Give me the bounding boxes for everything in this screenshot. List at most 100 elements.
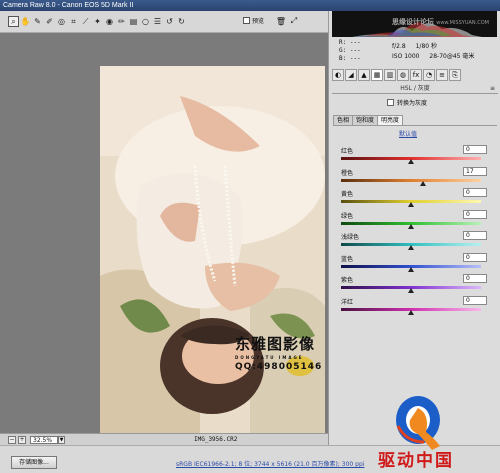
graduated-filter-icon[interactable]: ▤ [128,16,139,27]
panel-menu-icon[interactable]: ≡ [490,84,495,93]
slider-row: 绿色 0 [341,209,487,231]
slider-thumb[interactable] [408,288,414,293]
iso: ISO 1000 [392,53,420,60]
default-link[interactable]: 默认值 [399,129,417,138]
convert-grayscale-checkbox[interactable]: 转换为灰度 [387,98,427,107]
rotate-ccw-icon[interactable]: ↺ [164,16,175,27]
histogram: 思缘设计论坛 www.MISSYUAN.COM [332,11,497,37]
section-title-text: HSL / 灰度 [400,85,430,92]
rgb-readout: R: --- G: --- B: --- [339,39,361,63]
preferences-icon[interactable]: ☰ [152,16,163,27]
hsl-subtabs: 色相 饱和度 明亮度 [333,115,404,125]
trash-icon[interactable]: 🗑 [276,16,286,26]
slider-label: 紫色 [341,277,354,284]
white-balance-icon[interactable]: ✎ [32,16,43,27]
slider-thumb[interactable] [408,202,414,207]
tab-effects-icon[interactable]: fx [410,69,422,81]
exif-info: f/2.8 1/80 秒 ISO 1000 28-70@45 毫米 [392,42,474,62]
slider-label: 红色 [341,148,354,155]
histogram-watermark: 思缘设计论坛 www.MISSYUAN.COM [392,17,489,27]
zoom-in-button[interactable]: + [18,436,26,444]
slider-value-field[interactable]: 0 [463,252,487,262]
lens: 28-70@45 毫米 [429,53,475,60]
convert-grayscale-label: 转换为灰度 [397,100,428,107]
slider-thumb[interactable] [408,309,414,315]
watermark-qq: QQ:498005146 [235,362,323,372]
slider-value-field[interactable]: 0 [463,145,487,154]
slider-row: 黄色 0 [341,188,487,209]
slider-value-field[interactable]: 17 [463,166,487,176]
tab-split-toning-icon[interactable]: ▥ [384,69,396,81]
slider-track[interactable] [341,178,481,182]
adjustment-brush-icon[interactable]: ✏ [116,16,127,27]
slider-label: 绿色 [341,212,354,220]
tab-camera-calibration-icon[interactable]: ◔ [423,69,435,81]
checkbox-box[interactable] [387,99,394,106]
toolbar: ⌕ ✋ ✎ ✐ ◎ ⌗ ⟋ ✦ ◉ ✏ ▤ ○ ☰ ↺ ↻ 预览 🗑 ⤢ [0,11,328,33]
spot-removal-icon[interactable]: ✦ [92,16,103,27]
slider-label: 浅绿色 [341,234,360,241]
straighten-icon[interactable]: ⟋ [80,16,91,27]
slider-row: 洋红 0 [341,295,487,317]
right-panel: 思缘设计论坛 www.MISSYUAN.COM R: --- G: --- B:… [328,11,500,445]
slider-value-field[interactable]: 0 [463,231,487,240]
aperture: f/2.8 [392,43,406,50]
slider-row: 橙色 17 [341,166,487,188]
hand-icon[interactable]: ✋ [20,16,31,27]
slider-value-field[interactable]: 0 [463,295,487,305]
tab-tone-curve-icon[interactable]: ◢ [345,69,357,81]
photo-preview [100,66,325,433]
slider-value-field[interactable]: 0 [463,274,487,283]
window-title: Camera Raw 8.0 - Canon EOS 5D Mark II [0,0,500,11]
histogram-watermark-url: www.MISSYUAN.COM [436,20,489,26]
slider-row: 蓝色 0 [341,252,487,274]
panel-tabs: ◐ ◢ ▲ ▦ ▥ ◍ fx ◔ ≡ ⎘ [332,69,498,81]
tab-snapshots-icon[interactable]: ⎘ [449,69,461,81]
tab-saturation[interactable]: 饱和度 [352,115,379,125]
slider-value-field[interactable]: 0 [463,188,487,197]
histogram-watermark-title: 思缘设计论坛 [392,18,435,26]
slider-thumb[interactable] [419,180,426,186]
tab-detail-icon[interactable]: ▲ [358,69,370,81]
luminance-panel: 默认值 红色 0 橙色 17 黄色 0 绿色 0 浅绿色 0 蓝色 0 紫色 0 洋红 0 [333,125,497,329]
tab-hsl-icon[interactable]: ▦ [371,69,383,81]
red-eye-icon[interactable]: ◉ [104,16,115,27]
tab-basic-icon[interactable]: ◐ [332,69,344,81]
tab-lens-icon[interactable]: ◍ [397,69,409,81]
watermark-title: 东雅图影像 [235,335,316,353]
slider-value-field[interactable]: 0 [463,209,487,219]
zoom-out-button[interactable]: − [8,436,16,444]
slider-thumb[interactable] [408,159,414,164]
slider-row: 红色 0 [341,145,487,166]
preview-canvas[interactable]: 东雅图影像 DONGYATU IMAGE QQ:498005146 [0,33,328,433]
section-title: HSL / 灰度 ≡ [332,84,498,94]
radial-filter-icon[interactable]: ○ [140,16,151,27]
save-image-button[interactable]: 存储图像... [11,456,57,469]
slider-thumb[interactable] [408,223,414,229]
slider-row: 浅绿色 0 [341,231,487,252]
canvas-watermark: 东雅图影像 DONGYATU IMAGE QQ:498005146 [235,333,322,372]
slider-thumb[interactable] [408,266,414,272]
tab-luminance[interactable]: 明亮度 [377,115,404,125]
crop-icon[interactable]: ⌗ [68,16,79,27]
filename: IMG_3956.CR2 [194,436,238,443]
tab-presets-icon[interactable]: ≡ [436,69,448,81]
zoom-dropdown-icon[interactable]: ▼ [58,436,65,444]
rotate-cw-icon[interactable]: ↻ [176,16,187,27]
watermark-sub: DONGYATU IMAGE [235,355,304,360]
zoom-icon[interactable]: ⌕ [8,16,19,27]
slider-label: 洋红 [341,298,354,306]
checkbox-box[interactable] [243,17,250,24]
slider-label: 黄色 [341,191,354,198]
tab-hue[interactable]: 色相 [333,115,354,125]
workflow-options-link[interactable]: sRGB IEC61966-2.1; 8 位; 3744 x 5616 (21.… [176,459,364,468]
fullscreen-icon[interactable]: ⤢ [289,16,299,26]
green-readout: G: --- [339,47,361,54]
color-sampler-icon[interactable]: ✐ [44,16,55,27]
preview-checkbox[interactable]: 预览 [243,16,264,25]
slider-thumb[interactable] [408,245,414,250]
target-adjust-icon[interactable]: ◎ [56,16,67,27]
statusbar: − + 32.5% ▼ IMG_3956.CR2 [0,433,328,445]
zoom-level[interactable]: 32.5% [30,436,58,444]
shutter-speed: 1/80 秒 [415,43,437,50]
